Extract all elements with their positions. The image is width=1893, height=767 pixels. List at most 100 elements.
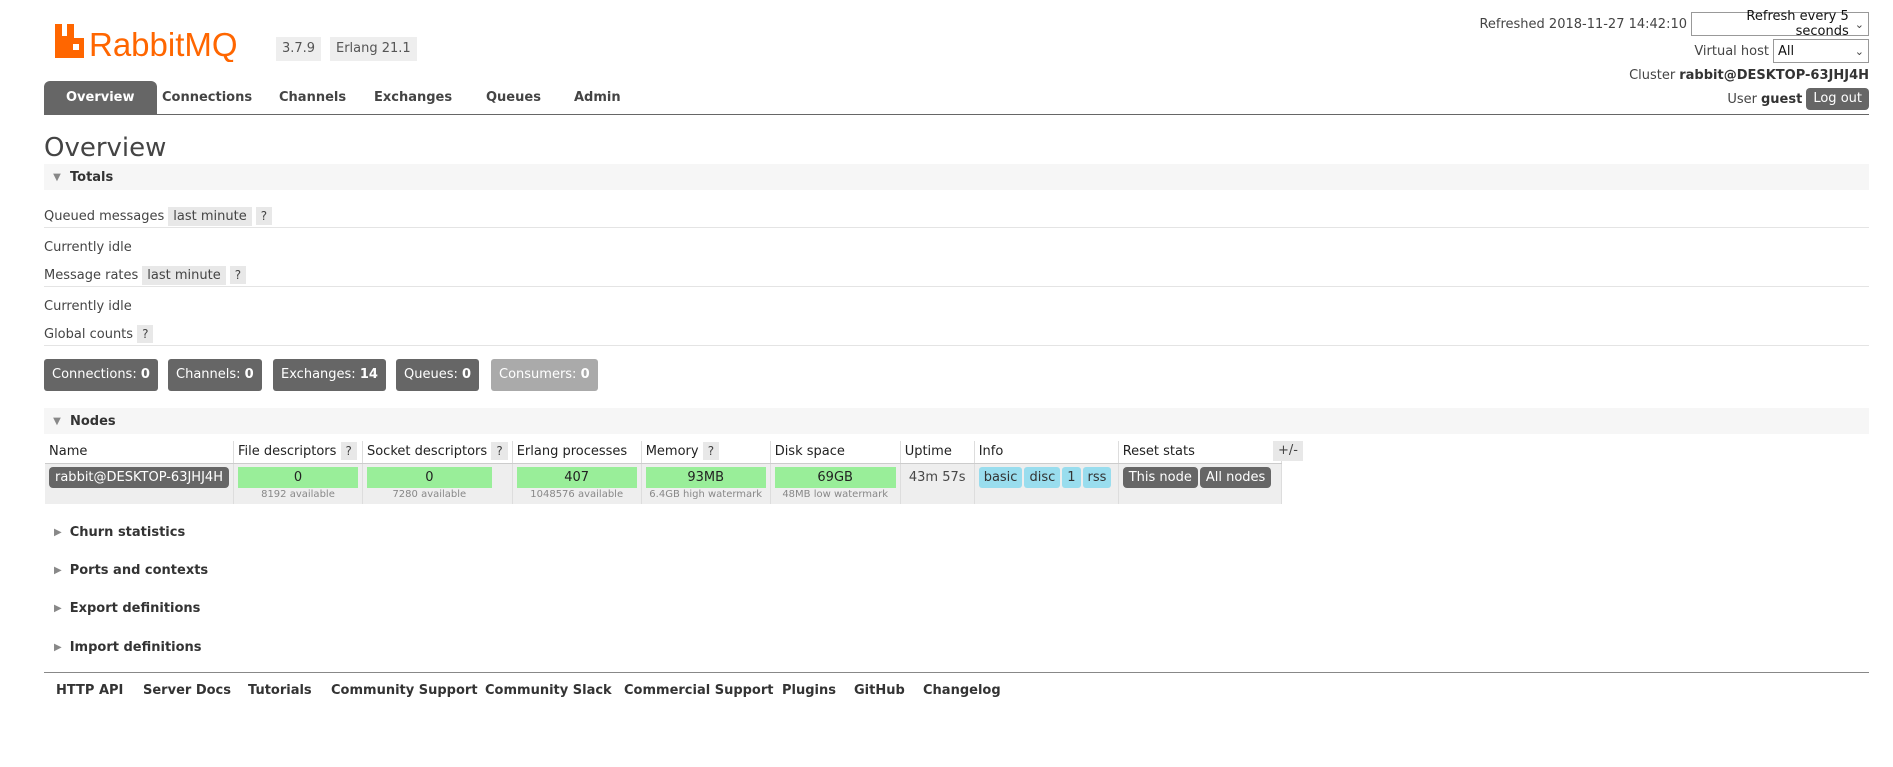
totals-section-toggle[interactable]: ▼ Totals [44, 164, 1869, 190]
churn-statistics-toggle[interactable]: ▶ Churn statistics [54, 525, 185, 540]
ep-bar: 407 [516, 466, 637, 488]
global-counts-row: Global counts ? [44, 323, 154, 345]
exchanges-count[interactable]: Exchanges: 14 [273, 359, 386, 391]
footer-link-http-api[interactable]: HTTP API [56, 683, 123, 698]
col-name: Name [45, 441, 234, 464]
fd-bar: 0 [237, 466, 358, 488]
cell-info: basic disc 1 rss [974, 463, 1119, 504]
rates-idle-text: Currently idle [44, 298, 132, 314]
refresh-interval-select[interactable]: Refresh every 5 seconds ⌄ [1691, 9, 1869, 39]
rabbit-logo-icon: RabbitMQ [55, 24, 238, 63]
queued-messages-label: Queued messages [44, 208, 165, 224]
count-value: 0 [462, 367, 472, 382]
reset-all-nodes-button[interactable]: All nodes [1199, 466, 1272, 488]
help-button[interactable]: ? [702, 442, 720, 461]
export-definitions-toggle[interactable]: ▶ Export definitions [54, 601, 200, 616]
column-toggle-button[interactable]: +/- [1273, 441, 1303, 461]
cell-memory: 93MB 6.4GB high watermark [641, 463, 771, 504]
logo-text: RabbitMQ [89, 26, 238, 62]
tab-queues[interactable]: Queues [464, 81, 563, 114]
footer-link-commercial-support[interactable]: Commercial Support [624, 683, 774, 698]
erlang-version-badge: Erlang 21.1 [330, 37, 417, 61]
message-rates-row: Message rates last minute ? [44, 264, 247, 286]
rabbitmq-logo: RabbitMQ [53, 20, 265, 63]
count-value: 0 [580, 367, 590, 382]
queued-range-select[interactable]: last minute [168, 206, 252, 226]
col-socket-descriptors: Socket descriptors ? [362, 441, 513, 464]
vhost-label: Virtual host [1694, 43, 1769, 59]
footer-link-tutorials[interactable]: Tutorials [248, 683, 312, 698]
footer-link-github[interactable]: GitHub [854, 683, 905, 698]
count-label: Connections: [52, 367, 137, 382]
tab-exchanges[interactable]: Exchanges [352, 81, 474, 114]
connections-count[interactable]: Connections: 0 [44, 359, 158, 391]
import-definitions-toggle[interactable]: ▶ Import definitions [54, 640, 202, 655]
chevron-down-icon: ⌄ [1854, 44, 1864, 58]
info-count: 1 [1062, 466, 1081, 488]
rates-range-select[interactable]: last minute [142, 265, 226, 285]
count-value: 0 [140, 367, 150, 382]
queued-messages-row: Queued messages last minute ? [44, 205, 273, 227]
global-counts-label: Global counts [44, 326, 134, 342]
count-label: Channels: [176, 367, 241, 382]
section-label: Churn statistics [69, 525, 186, 540]
page-title: Overview [44, 133, 167, 163]
sd-available: 7280 available [392, 488, 467, 500]
reset-this-node-button[interactable]: This node [1122, 466, 1198, 488]
vhost-select[interactable]: All ⌄ [1773, 39, 1869, 63]
consumers-count[interactable]: Consumers: 0 [491, 359, 598, 391]
memory-watermark: 6.4GB high watermark [649, 488, 763, 500]
channels-count[interactable]: Channels: 0 [168, 359, 262, 391]
triangle-right-icon: ▶ [54, 527, 62, 538]
col-disk-space: Disk space [770, 441, 901, 464]
queued-idle-text: Currently idle [44, 239, 132, 255]
col-memory: Memory ? [641, 441, 771, 464]
table-header-row: Name File descriptors ? Socket descripto… [45, 441, 1282, 464]
cell-uptime: 43m 57s [900, 463, 975, 504]
chevron-down-icon: ⌄ [1854, 17, 1864, 31]
help-button[interactable]: ? [340, 442, 357, 461]
queues-count[interactable]: Queues: 0 [396, 359, 480, 391]
tab-connections[interactable]: Connections [140, 81, 274, 114]
count-label: Exchanges: [281, 367, 356, 382]
cell-name: rabbit@DESKTOP-63JHJ4H [45, 463, 234, 504]
memory-bar: 93MB [645, 466, 766, 488]
main-nav-tabs: Overview Connections Channels Exchanges … [44, 81, 1869, 115]
section-label: Import definitions [69, 640, 202, 655]
tab-admin[interactable]: Admin [552, 81, 643, 114]
nodes-table: Name File descriptors ? Socket descripto… [45, 441, 1282, 504]
divider [44, 345, 1869, 346]
info-disc: disc [1024, 466, 1061, 488]
footer-link-community-support[interactable]: Community Support [331, 683, 478, 698]
footer: HTTP API Server Docs Tutorials Community… [44, 672, 1869, 712]
help-button[interactable]: ? [255, 207, 273, 225]
footer-link-server-docs[interactable]: Server Docs [143, 683, 231, 698]
totals-heading: Totals [70, 169, 114, 185]
nodes-section-toggle[interactable]: ▼ Nodes [44, 408, 1869, 434]
footer-link-changelog[interactable]: Changelog [923, 683, 1001, 698]
section-label: Export definitions [69, 601, 201, 616]
help-button[interactable]: ? [137, 325, 154, 343]
vhost-value: All [1778, 43, 1795, 59]
node-link[interactable]: rabbit@DESKTOP-63JHJ4H [49, 466, 229, 488]
divider [44, 286, 1869, 287]
ports-and-contexts-toggle[interactable]: ▶ Ports and contexts [54, 563, 208, 578]
help-button[interactable]: ? [229, 266, 247, 284]
fd-available: 8192 available [261, 488, 335, 500]
count-value: 14 [359, 367, 378, 382]
triangle-right-icon: ▶ [54, 603, 62, 614]
footer-link-community-slack[interactable]: Community Slack [485, 683, 612, 698]
col-reset-stats: Reset stats [1118, 441, 1282, 464]
count-label: Queues: [404, 367, 458, 382]
info-basic: basic [978, 466, 1023, 488]
disk-bar: 69GB [774, 466, 896, 488]
message-rates-label: Message rates [44, 267, 139, 283]
nodes-heading: Nodes [70, 413, 116, 429]
ep-available: 1048576 available [530, 488, 624, 500]
table-row: rabbit@DESKTOP-63JHJ4H 0 8192 available … [45, 463, 1282, 504]
col-label: Socket descriptors [366, 444, 488, 460]
info-rss: rss [1082, 466, 1112, 488]
cell-socket-descriptors: 0 7280 available [362, 463, 513, 504]
help-button[interactable]: ? [491, 442, 508, 461]
footer-link-plugins[interactable]: Plugins [782, 683, 836, 698]
